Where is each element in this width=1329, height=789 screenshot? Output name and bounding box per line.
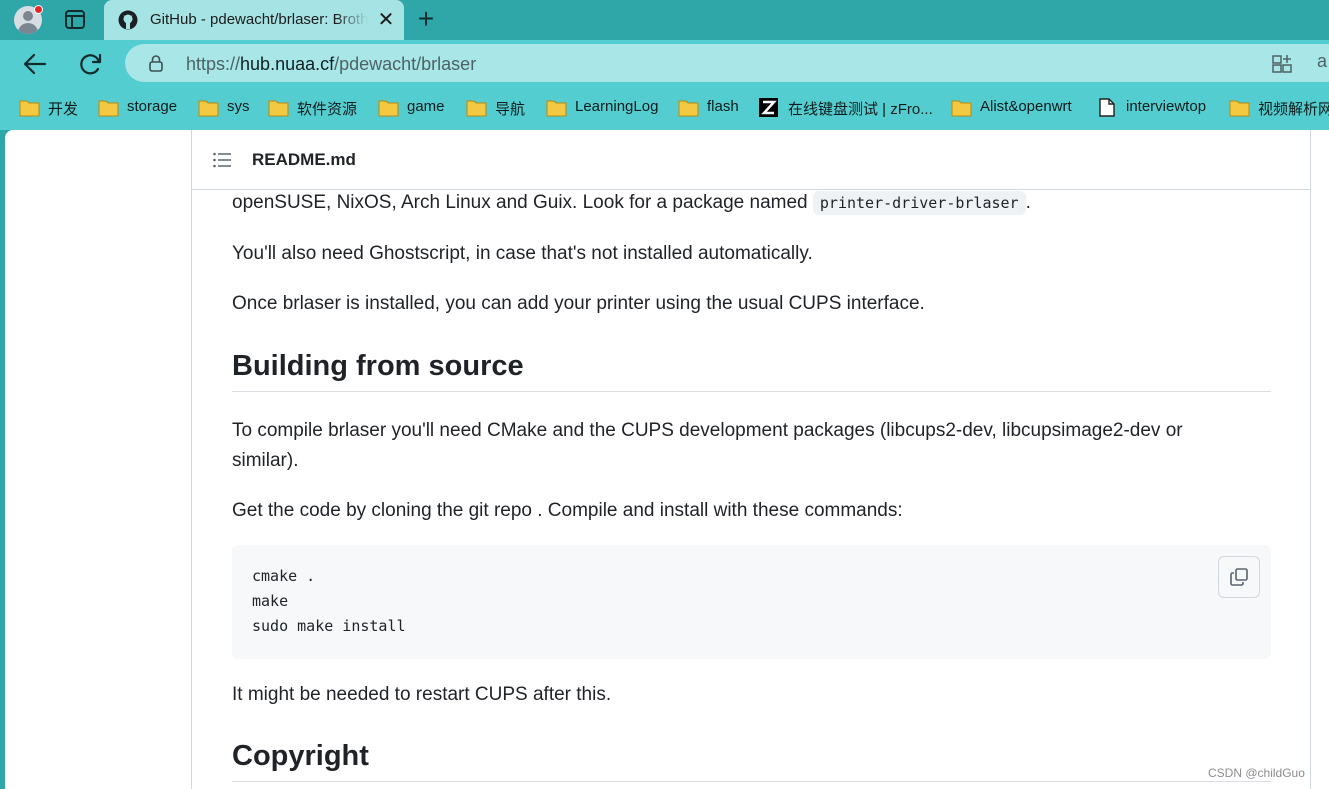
paragraph: similar).: [232, 450, 299, 471]
outline-list-icon[interactable]: [213, 152, 231, 168]
paragraph-end: .: [1025, 192, 1031, 213]
paragraph: It might be needed to restart CUPS after…: [232, 684, 612, 705]
folder-icon: [466, 98, 487, 117]
paragraph: To compile brlaser you'll need CMake and…: [232, 420, 1183, 441]
url-text[interactable]: https://hub.nuaa.cf/pdewacht/brlaser: [186, 54, 476, 75]
copy-button[interactable]: [1218, 556, 1260, 598]
address-bar[interactable]: https://hub.nuaa.cf/pdewacht/brlaser a: [125, 44, 1329, 82]
folder-icon: [19, 98, 40, 117]
folder-icon: [678, 98, 699, 117]
folder-icon: [198, 98, 219, 117]
bookmark-label: 开发: [48, 101, 79, 118]
bookmark-label: Alist&openwrt: [980, 98, 1072, 115]
new-tab-button[interactable]: +: [414, 5, 438, 34]
bookmark-label: 在线键盘测试 | zFro...: [788, 101, 933, 118]
copy-icon: [1230, 568, 1248, 586]
refresh-icon[interactable]: [77, 50, 105, 78]
read-aloud-icon[interactable]: a: [1317, 51, 1327, 72]
paragraph: You'll also need Ghostscript, in case th…: [232, 243, 813, 264]
active-tab[interactable]: GitHub - pdewacht/brlaser: Brother ✕: [104, 0, 404, 40]
bookmark-label: 导航: [495, 101, 526, 118]
bookmarks-bar: 开发 storage sys 软件资源 game 导航 LearningLog …: [0, 88, 1329, 130]
paragraph: Once brlaser is installed, you can add y…: [232, 293, 925, 314]
code-line: make: [252, 592, 289, 610]
bookmark-label: LearningLog: [575, 98, 659, 115]
page-viewport: README.md openSUSE, NixOS, Arch Linux an…: [5, 130, 1329, 789]
paragraph: Get the code by cloning the git repo . C…: [232, 500, 903, 521]
tab-close-icon[interactable]: ✕: [376, 10, 396, 30]
readme-filename[interactable]: README.md: [252, 150, 356, 170]
lock-icon[interactable]: [147, 54, 165, 72]
tab-strip: GitHub - pdewacht/brlaser: Brother ✕ +: [0, 0, 1329, 40]
url-path: /pdewacht/brlaser: [334, 54, 477, 74]
bookmark-label: 视频解析网: [1258, 101, 1329, 118]
inline-code: printer-driver-brlaser: [812, 191, 1026, 215]
page-icon: [1097, 98, 1118, 117]
tab-actions-icon[interactable]: [62, 8, 88, 32]
tab-title: GitHub - pdewacht/brlaser: Brother: [150, 11, 368, 28]
url-host: hub.nuaa.cf: [240, 54, 335, 74]
paragraph-text: openSUSE, NixOS, Arch Linux and Guix. Lo…: [232, 192, 813, 213]
github-icon: [118, 10, 138, 30]
bookmark-label: sys: [227, 98, 250, 115]
code-line: sudo make install: [252, 617, 406, 635]
folder-icon: [268, 98, 289, 117]
code-block[interactable]: cmake . make sudo make install: [232, 545, 1271, 659]
heading-copyright: Copyright: [232, 740, 1271, 782]
code-line: cmake .: [252, 567, 316, 585]
folder-icon: [546, 98, 567, 117]
folder-icon: [951, 98, 972, 117]
bookmark-label: 软件资源: [297, 101, 358, 118]
bookmark-label: game: [407, 98, 445, 115]
folder-icon: [378, 98, 399, 117]
navigation-bar: https://hub.nuaa.cf/pdewacht/brlaser a: [0, 40, 1329, 88]
heading-building-from-source: Building from source: [232, 350, 1271, 392]
paragraph: openSUSE, NixOS, Arch Linux and Guix. Lo…: [232, 191, 1031, 215]
back-icon[interactable]: [21, 50, 49, 78]
split-screen-icon[interactable]: [1271, 53, 1293, 75]
folder-icon: [98, 98, 119, 117]
bookmark-label: storage: [127, 98, 178, 115]
z-logo-icon: [759, 98, 780, 117]
folder-icon: [1229, 98, 1250, 117]
notification-dot-icon: [34, 5, 43, 14]
url-prefix: https://: [186, 54, 241, 74]
bookmark-label: interviewtop: [1126, 98, 1207, 115]
readme-panel: README.md openSUSE, NixOS, Arch Linux an…: [191, 130, 1311, 789]
bookmark-label: flash: [707, 98, 739, 115]
watermark: CSDN @childGuo: [1208, 766, 1305, 780]
readme-header: README.md: [192, 130, 1310, 190]
